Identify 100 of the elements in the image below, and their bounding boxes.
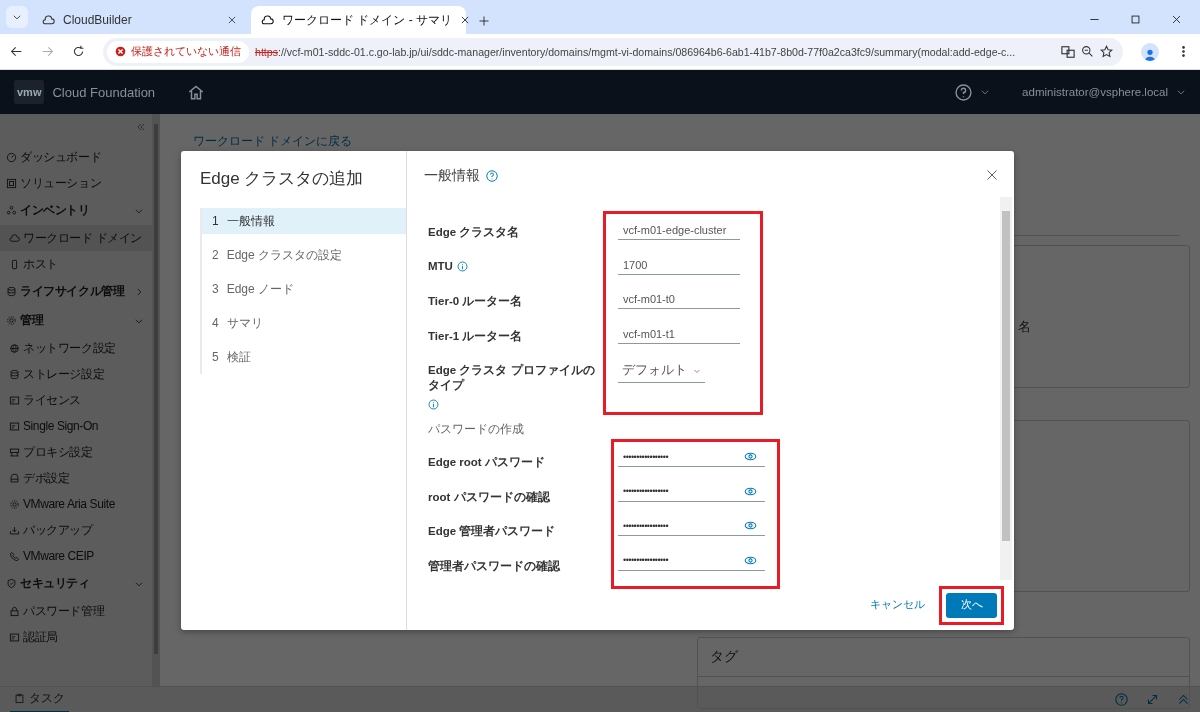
card-text: 名 — [1018, 318, 1031, 336]
error-icon — [115, 46, 126, 57]
sidebar-item[interactable]: プロキシ設定 — [0, 439, 152, 465]
input-field[interactable]: vcf-m01-t1 — [618, 325, 740, 344]
profile-avatar[interactable] — [1141, 42, 1159, 61]
password-field[interactable]: ••••••••••••••••• — [618, 482, 765, 502]
tasks-tab[interactable]: タスク — [10, 686, 69, 712]
cloud-icon — [261, 13, 274, 27]
card-icon — [9, 631, 20, 643]
zoom-icon — [1081, 45, 1094, 58]
security-chip[interactable]: 保護されていない通信 — [107, 40, 249, 63]
sidebar-item[interactable]: ライセンス — [0, 387, 152, 413]
card-icon — [9, 394, 20, 406]
tray-icon — [9, 524, 20, 536]
help-icon — [486, 170, 498, 182]
modal-title: Edge クラスタの追加 — [200, 168, 365, 190]
cloud-icon — [9, 232, 20, 244]
handset-icon — [9, 550, 20, 562]
sidebar-item[interactable]: Single Sign-On — [0, 413, 152, 439]
database-icon — [6, 286, 17, 297]
field-label: Tier-1 ルーター名 — [428, 328, 523, 344]
close-icon — [227, 15, 237, 25]
shield-icon — [6, 578, 17, 589]
browser-tab[interactable]: ワークロード ドメイン - サマリ — [251, 6, 466, 34]
sidebar-item[interactable]: パスワード管理 — [0, 598, 152, 624]
field-label: Edge 管理者パスワード — [428, 524, 556, 539]
plus-icon — [478, 15, 490, 27]
input-field[interactable]: vcf-m01-edge-cluster — [618, 222, 740, 240]
server-icon — [9, 446, 20, 458]
double-chevron-up-icon — [1177, 693, 1190, 706]
logo: vmw — [14, 80, 45, 104]
info-icon — [456, 260, 468, 272]
input-field[interactable]: vcf-m01-t0 — [618, 291, 740, 309]
password-field[interactable]: ••••••••••••••••• — [618, 551, 765, 571]
sidebar-item[interactable]: ソリューション — [0, 170, 152, 196]
gauge-icon — [6, 151, 17, 163]
sidebar-item[interactable]: VMware CEIP — [0, 543, 152, 569]
wizard-step[interactable]: 5 検証 — [202, 340, 406, 374]
sidebar-item[interactable]: ダッシュボード — [0, 144, 152, 170]
back-link[interactable]: ワークロード ドメインに戻る — [193, 134, 353, 149]
input-field[interactable]: 1700 — [618, 256, 740, 275]
chevron-down-icon — [12, 12, 22, 22]
next-button[interactable]: 次へ — [946, 592, 997, 618]
wizard-step[interactable]: 4 サマリ — [202, 306, 406, 340]
globe-icon — [9, 342, 20, 354]
expand-icon — [1146, 693, 1159, 706]
password-field[interactable]: ••••••••••••••••• — [618, 517, 765, 536]
password-field[interactable]: ••••••••••••••••• — [618, 448, 765, 467]
address-bar[interactable]: 保護されていない通信 https://vcf-m01-sddc-01.c.go-lab.jp/ui/sddc-manager/inventory/domains/mgmt-vi-domains/086964b6-6ab1-41b7-8b0d-77f0a2ca3fc9/summary(modal:add-edge-c... — [103, 37, 1123, 66]
section-subheading: パスワードの作成 — [428, 421, 525, 438]
field-label: root パスワードの確認 — [428, 489, 550, 505]
wizard-step[interactable]: 3 Edge ノード — [202, 272, 406, 306]
close-icon — [986, 169, 998, 181]
sidebar-item[interactable]: 認証局 — [0, 624, 152, 650]
sidebar-item[interactable]: ホスト — [0, 251, 152, 277]
wizard-step[interactable]: 2 Edge クラスタの設定 — [202, 238, 406, 272]
profile-dropdown[interactable]: デフォルト — [618, 360, 705, 383]
info-icon — [428, 399, 439, 410]
tab-list-button[interactable] — [6, 6, 28, 28]
star-icon — [1100, 45, 1113, 58]
chevron-right-icon — [134, 286, 144, 297]
sidebar-item[interactable]: デポ設定 — [0, 465, 152, 491]
browser-tab[interactable]: CloudBuilder — [32, 6, 247, 34]
sidebar-group[interactable]: セキュリティ — [0, 569, 152, 598]
sidebar-item[interactable]: VMware Aria Suite — [0, 491, 152, 517]
field-label: MTU — [428, 259, 453, 272]
field-label: Tier-0 ルーター名 — [428, 294, 523, 309]
grid-icon — [6, 177, 17, 189]
wizard-step[interactable]: 1 一般情報 — [202, 208, 406, 234]
maximize-icon — [1130, 14, 1141, 25]
close-button[interactable] — [986, 169, 998, 181]
eye-icon — [744, 450, 757, 463]
field-label: Edge クラスタ プロファイルのタイプ — [428, 363, 596, 393]
forward-arrow-icon — [41, 45, 54, 58]
chevron-down-icon — [980, 87, 991, 97]
close-icon — [1171, 14, 1182, 25]
field-label: Edge root パスワード — [428, 455, 545, 470]
sidebar-item[interactable]: ストレージ設定 — [0, 361, 152, 387]
sidebar-item[interactable]: ネットワーク設定 — [0, 335, 152, 361]
sidebar-group[interactable]: インベントリ — [0, 196, 152, 225]
section-heading: 一般情報 — [424, 167, 480, 185]
sidebar-group[interactable]: ライフサイクル管理 — [0, 277, 152, 306]
url-text: https://vcf-m01-sddc-01.c.go-lab.jp/ui/sddc-manager/inventory/domains/mgmt-vi-domains/086964b6-6ab1-41b7-8b0d-77f0a2ca3fc9/summary(modal:add-edge-c... — [255, 45, 1017, 58]
field-label: 管理者パスワードの確認 — [428, 558, 560, 574]
scrollbar-thumb[interactable] — [1002, 211, 1010, 541]
lock-icon — [9, 605, 20, 617]
database-icon — [9, 368, 20, 380]
sidebar-group[interactable]: 管理 — [0, 306, 152, 335]
collapse-icon[interactable] — [136, 122, 146, 132]
gear-icon — [6, 315, 17, 326]
user-menu[interactable]: administrator@vsphere.local — [1022, 86, 1168, 98]
help-icon — [1115, 693, 1128, 706]
cancel-button[interactable]: キャンセル — [864, 597, 931, 613]
card-title: タグ — [698, 638, 1189, 677]
phone-icon — [9, 258, 20, 270]
box-icon — [9, 472, 20, 484]
sidebar-item[interactable]: バックアップ — [0, 517, 152, 543]
home-icon — [187, 83, 206, 101]
translate-icon — [1061, 44, 1075, 59]
reload-icon — [72, 45, 85, 58]
